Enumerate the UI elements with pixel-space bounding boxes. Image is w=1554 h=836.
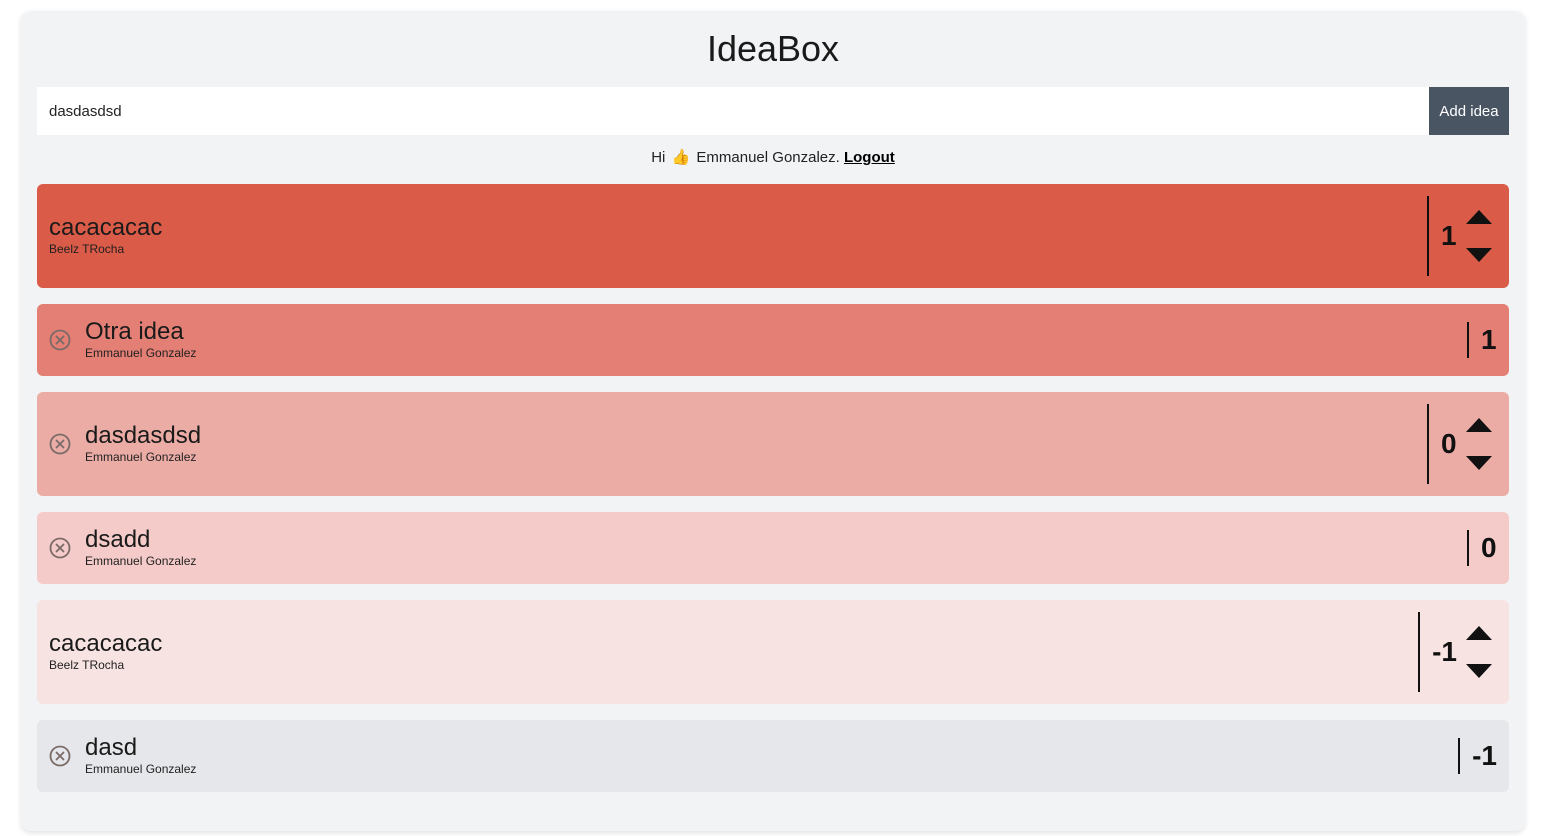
idea-author: Beelz TRocha <box>49 658 125 672</box>
vote-arrows <box>1465 625 1493 679</box>
idea-card: Otra idea Emmanuel Gonzalez 1 <box>37 304 1509 376</box>
vote-divider <box>1427 196 1429 276</box>
vote-arrows <box>1465 209 1493 263</box>
idea-title: dasdasdsd <box>85 422 202 449</box>
idea-text: cacacacac Beelz TRocha <box>49 215 1427 257</box>
idea-author: Emmanuel Gonzalez <box>85 554 197 568</box>
page-title: IdeaBox <box>706 28 840 69</box>
vote-count: 0 <box>1441 428 1457 459</box>
caret-up-icon[interactable] <box>1465 625 1493 641</box>
idea-author: Emmanuel Gonzalez <box>85 346 197 360</box>
user-name: Emmanuel Gonzalez. <box>696 149 840 166</box>
idea-text: cacacacac Beelz TRocha <box>49 631 1418 673</box>
close-circle-icon[interactable] <box>49 329 71 351</box>
user-greeting: Hi 👍 Emmanuel Gonzalez. Logout <box>37 148 1509 168</box>
idea-input[interactable] <box>37 87 1429 135</box>
vote-divider <box>1427 404 1429 484</box>
idea-card: dasd Emmanuel Gonzalez -1 <box>37 720 1509 792</box>
idea-text: dasd Emmanuel Gonzalez <box>85 735 1458 777</box>
vote-divider <box>1467 530 1469 566</box>
vote-area: 0 <box>1427 392 1497 496</box>
vote-area: -1 <box>1458 720 1497 792</box>
vote-area: -1 <box>1418 600 1497 704</box>
idea-card: dsadd Emmanuel Gonzalez 0 <box>37 512 1509 584</box>
idea-title: cacacacac <box>49 214 163 241</box>
idea-author: Emmanuel Gonzalez <box>85 450 197 464</box>
caret-down-icon[interactable] <box>1465 247 1493 263</box>
vote-count: -1 <box>1432 636 1457 667</box>
ideas-list: cacacacac Beelz TRocha 1 Otra idea Emman… <box>37 184 1509 792</box>
vote-area: 0 <box>1467 512 1497 584</box>
vote-count: 1 <box>1481 324 1497 355</box>
vote-divider <box>1418 612 1421 692</box>
idea-title: dsadd <box>85 526 151 553</box>
vote-count: 0 <box>1481 532 1497 563</box>
close-circle-icon[interactable] <box>49 433 71 455</box>
ideabox-app: IdeaBox Add idea Hi 👍 Emmanuel Gonzalez.… <box>21 11 1525 831</box>
close-circle-icon[interactable] <box>49 745 71 767</box>
vote-divider <box>1458 738 1461 774</box>
close-circle-icon[interactable] <box>49 537 71 559</box>
caret-down-icon[interactable] <box>1465 455 1493 471</box>
vote-area: 1 <box>1467 304 1497 376</box>
add-idea-form: Add idea <box>37 87 1509 135</box>
vote-count: -1 <box>1472 740 1497 771</box>
add-idea-button[interactable]: Add idea <box>1429 87 1509 135</box>
vote-divider <box>1467 322 1469 358</box>
idea-card: cacacacac Beelz TRocha -1 <box>37 600 1509 704</box>
idea-title: dasd <box>85 734 138 761</box>
idea-card: cacacacac Beelz TRocha 1 <box>37 184 1509 288</box>
idea-author: Emmanuel Gonzalez <box>85 762 197 776</box>
idea-author: Beelz TRocha <box>49 242 125 256</box>
vote-arrows <box>1465 417 1493 471</box>
idea-card: dasdasdsd Emmanuel Gonzalez 0 <box>37 392 1509 496</box>
greeting-prefix: Hi <box>651 149 666 166</box>
caret-up-icon[interactable] <box>1465 209 1493 225</box>
vote-count: 1 <box>1441 220 1457 251</box>
idea-text: dasdasdsd Emmanuel Gonzalez <box>85 423 1427 465</box>
idea-text: dsadd Emmanuel Gonzalez <box>85 527 1467 569</box>
logout-link[interactable]: Logout <box>844 149 895 166</box>
thumbs-up-icon: 👍 <box>671 149 691 166</box>
caret-down-icon[interactable] <box>1465 663 1493 679</box>
vote-area: 1 <box>1427 184 1497 288</box>
caret-up-icon[interactable] <box>1465 417 1493 433</box>
idea-text: Otra idea Emmanuel Gonzalez <box>85 319 1467 361</box>
idea-title: Otra idea <box>85 318 184 345</box>
idea-title: cacacacac <box>49 630 163 657</box>
